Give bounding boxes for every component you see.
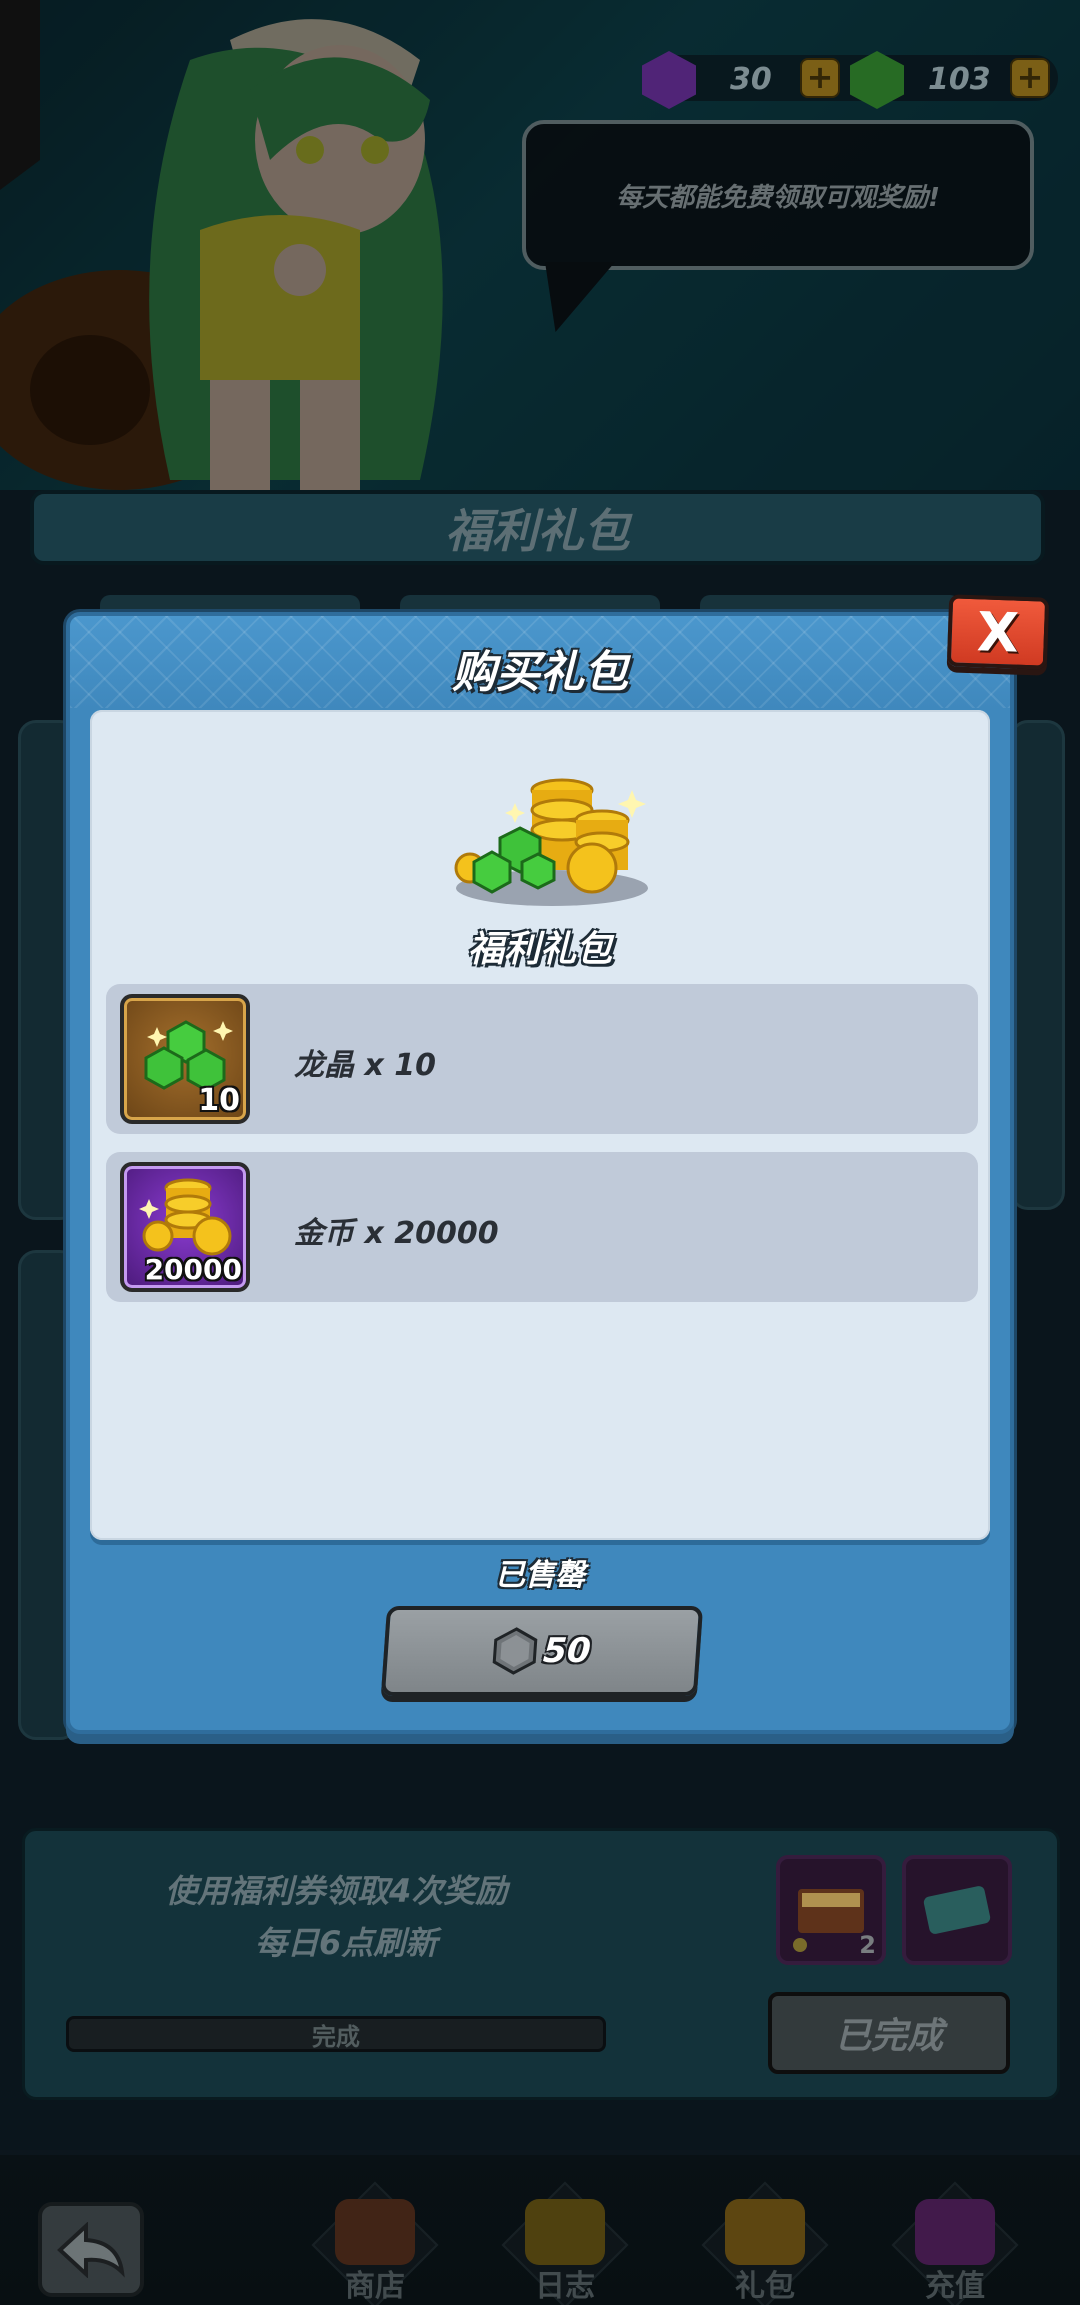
- price-value: 50: [541, 1631, 593, 1671]
- close-icon: X: [976, 599, 1020, 665]
- reward-count: 10: [198, 1083, 240, 1118]
- buy-price-button[interactable]: 50: [380, 1606, 704, 1696]
- gift-pack-image: [454, 778, 648, 906]
- reward-label: 龙晶 x 10: [294, 1048, 436, 1083]
- gray-gem-icon: [492, 1627, 538, 1675]
- purchase-gift-modal: 购买礼包 福利礼包 10 龙晶 x 10 20000 金币 x 20000 已售…: [66, 612, 1014, 1734]
- green-crystal-icon: 10: [120, 994, 250, 1124]
- reward-row-crystal: 10 龙晶 x 10: [106, 984, 978, 1134]
- gold-coin-icon: 20000: [120, 1162, 250, 1292]
- reward-label: 金币 x 20000: [294, 1216, 499, 1251]
- gift-detail-panel: 福利礼包 10 龙晶 x 10 20000 金币 x 20000: [90, 710, 990, 1540]
- gift-name: 福利礼包: [467, 929, 612, 970]
- modal-title: 购买礼包: [452, 647, 628, 698]
- close-button[interactable]: X: [946, 594, 1050, 670]
- reward-row-gold: 20000 金币 x 20000: [106, 1152, 978, 1302]
- reward-count: 20000: [144, 1253, 242, 1286]
- sold-out-label: 已售罄: [495, 1558, 585, 1593]
